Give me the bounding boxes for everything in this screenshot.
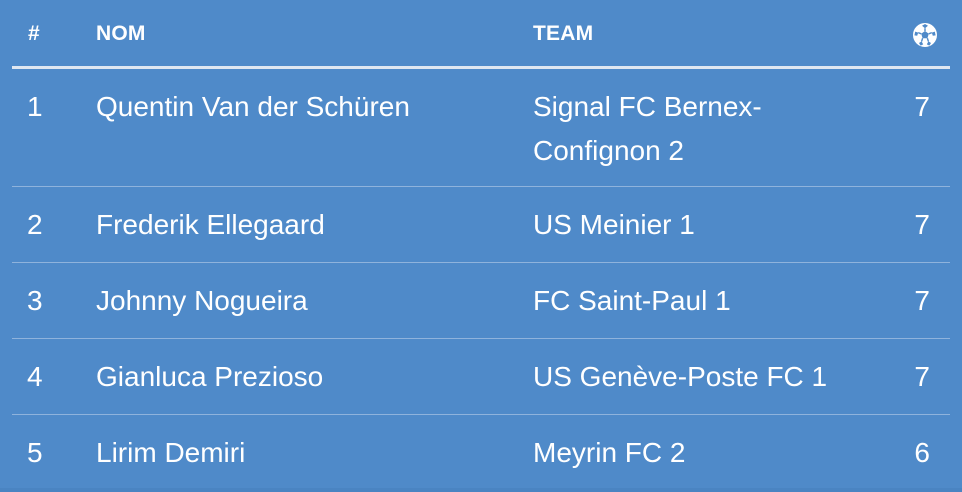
- player-name-cell: Frederik Ellegaard: [96, 209, 325, 240]
- goals-cell: 7: [914, 285, 930, 316]
- table-row: 5 Lirim Demiri Meyrin FC 2 6: [0, 415, 962, 489]
- table-header: # NOM TEAM: [0, 0, 962, 66]
- goals-cell: 7: [914, 209, 930, 240]
- table-row: 2 Frederik Ellegaard US Meinier 1 7: [0, 187, 962, 263]
- column-header-rank: #: [28, 22, 40, 45]
- player-name-cell: Quentin Van der Schüren: [96, 91, 410, 122]
- rank-cell: 3: [27, 285, 43, 316]
- team-cell: US Genève-Poste FC 1: [533, 361, 828, 392]
- goals-cell: 7: [914, 91, 930, 122]
- table-row: 1 Quentin Van der Schüren Signal FC Bern…: [0, 69, 962, 187]
- table-row: 4 Gianluca Prezioso US Genève-Poste FC 1…: [0, 339, 962, 415]
- rank-cell: 4: [27, 361, 43, 392]
- scorers-table: # NOM TEAM 1 Quentin Van der Schüren Sig…: [0, 0, 962, 492]
- table-row: 3 Johnny Nogueira FC Saint-Paul 1 7: [0, 263, 962, 339]
- column-header-team: TEAM: [533, 22, 594, 45]
- team-cell: Meyrin FC 2: [533, 437, 686, 468]
- goals-cell: 7: [914, 361, 930, 392]
- team-cell: Signal FC Bernex-Confignon 2: [533, 91, 762, 166]
- goals-cell: 6: [914, 437, 930, 468]
- rank-cell: 5: [27, 437, 43, 468]
- rank-cell: 1: [27, 91, 43, 122]
- player-name-cell: Lirim Demiri: [96, 437, 246, 468]
- team-cell: US Meinier 1: [533, 209, 695, 240]
- player-name-cell: Johnny Nogueira: [96, 285, 308, 316]
- rank-cell: 2: [27, 209, 43, 240]
- player-name-cell: Gianluca Prezioso: [96, 361, 324, 392]
- column-header-name: NOM: [96, 22, 146, 45]
- bottom-border: [0, 488, 962, 492]
- team-cell: FC Saint-Paul 1: [533, 285, 731, 316]
- soccer-ball-icon: [912, 22, 938, 48]
